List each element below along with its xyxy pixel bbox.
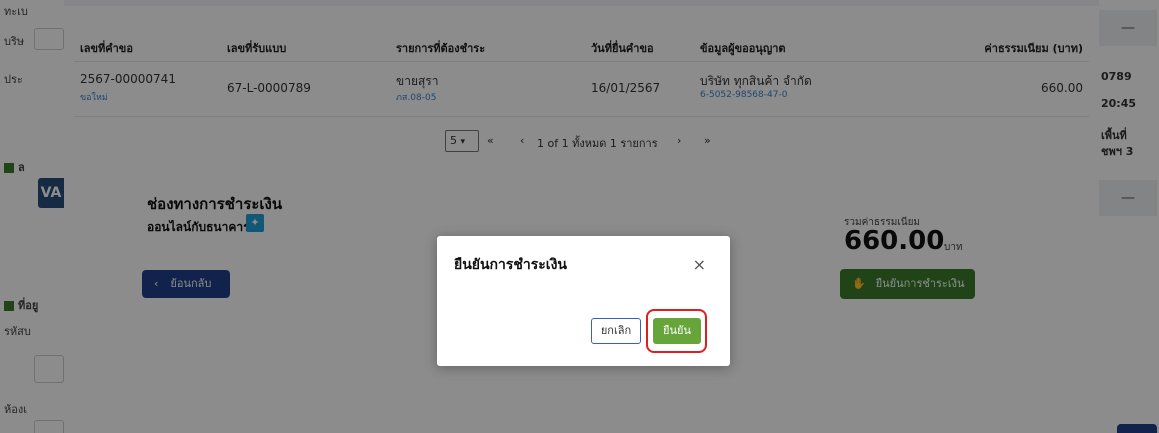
cancel-button[interactable]: ยกเลิก: [591, 318, 641, 344]
confirm-button[interactable]: ยืนยัน: [653, 318, 701, 344]
dialog-title: ยืนยันการชำระเงิน: [454, 257, 567, 273]
confirm-dialog: ยืนยันการชำระเงิน × ยกเลิก ยืนยัน: [437, 236, 730, 366]
close-icon[interactable]: ×: [693, 257, 706, 273]
modal-backdrop[interactable]: [0, 0, 1159, 433]
